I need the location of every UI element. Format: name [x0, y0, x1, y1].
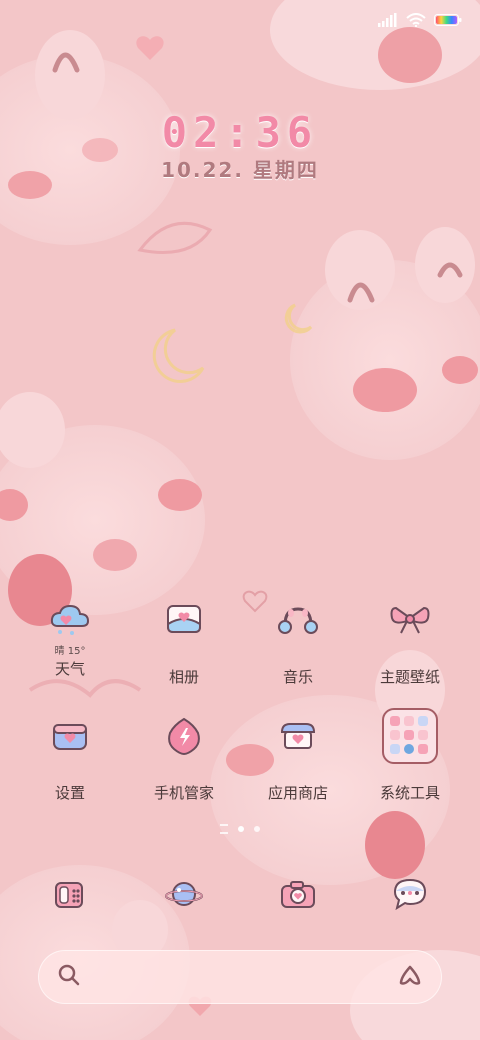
page-dot-2[interactable] [254, 826, 260, 832]
bow-icon [382, 592, 438, 648]
assistant-a-icon[interactable] [397, 963, 423, 991]
status-bar [378, 10, 462, 32]
settings-box-icon [42, 708, 98, 764]
page-indicator[interactable] [0, 824, 480, 834]
app-store[interactable]: 应用商店 [238, 708, 358, 803]
app-label: 手机管家 [153, 784, 214, 802]
app-settings[interactable]: 设置 [10, 708, 130, 803]
photo-album-icon [156, 592, 212, 648]
app-store-house-icon [270, 708, 326, 764]
planet-browser-icon [156, 866, 212, 922]
headphones-icon [270, 592, 326, 648]
dock-messages[interactable] [350, 866, 470, 922]
dock [0, 866, 480, 922]
app-label: 设置 [54, 784, 85, 802]
security-shield-icon [156, 708, 212, 764]
app-label: 应用商店 [267, 784, 328, 802]
app-phone-manager[interactable]: 手机管家 [124, 708, 244, 803]
app-label: 音乐 [282, 668, 313, 686]
app-label: 主题壁纸 [379, 668, 440, 686]
search-bar[interactable] [38, 950, 442, 1004]
weather-temperature: 晴 15° [54, 646, 86, 657]
page-indicator-menu[interactable] [220, 824, 228, 834]
weather-cloud-icon [42, 592, 98, 648]
clock-date[interactable]: 10.22. 星期四 [0, 154, 480, 183]
phone-icon [42, 866, 98, 922]
wifi-icon [406, 12, 426, 31]
message-bubble-icon [382, 866, 438, 922]
app-label: 系统工具 [379, 784, 440, 802]
battery-icon [434, 12, 462, 31]
signal-bars-icon [378, 12, 398, 31]
search-icon[interactable] [57, 963, 81, 991]
dock-browser[interactable] [124, 866, 244, 922]
dock-camera[interactable] [238, 866, 358, 922]
app-label: 天气 [54, 660, 85, 678]
app-weather[interactable]: 晴 15° 天气 [10, 592, 130, 679]
app-music[interactable]: 音乐 [238, 592, 358, 687]
app-gallery[interactable]: 相册 [124, 592, 244, 687]
home-screen: 02:36 10.22. 星期四 晴 15° 天气 相册 音乐 主题壁纸 设置 … [0, 0, 480, 1040]
camera-icon [270, 866, 326, 922]
clock-time[interactable]: 02:36 [0, 108, 480, 157]
folder-icon [382, 708, 438, 764]
folder-system-tools[interactable]: 系统工具 [350, 708, 470, 803]
app-themes[interactable]: 主题壁纸 [350, 592, 470, 687]
dock-phone[interactable] [10, 866, 130, 922]
page-dot-1[interactable] [238, 826, 244, 832]
app-label: 相册 [168, 668, 199, 686]
